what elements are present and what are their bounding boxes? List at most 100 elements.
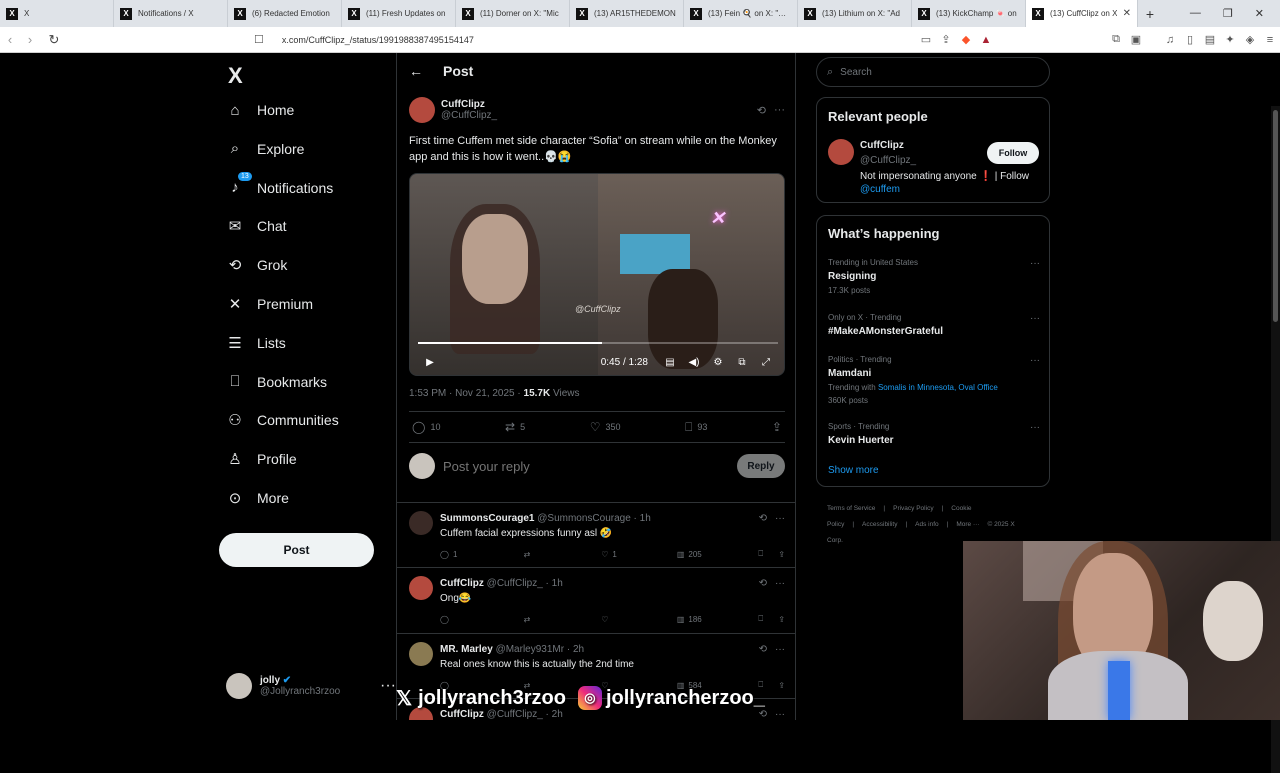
nav-item-bookmarks[interactable]: ⎕ Bookmarks <box>226 373 327 391</box>
nav-item-grok[interactable]: ⟲ Grok <box>226 256 288 274</box>
repost-action[interactable]: ⇄ <box>524 615 602 624</box>
grok-icon[interactable]: ⟲ <box>759 644 767 655</box>
forward-icon[interactable]: › <box>20 32 40 47</box>
new-tab-button[interactable]: + <box>1138 6 1162 22</box>
reply-button[interactable]: Reply <box>737 454 785 478</box>
browser-tab[interactable]: X (11) Fresh Updates on <box>342 0 456 27</box>
browser-tab[interactable]: X (11) Dorner on X: "Mic <box>456 0 570 27</box>
nav-item-profile[interactable]: ♙ Profile <box>226 450 296 468</box>
avatar[interactable] <box>409 576 433 600</box>
reply-action[interactable]: ◯ 10 <box>412 420 440 434</box>
share-icon[interactable]: ⇪ <box>936 33 956 46</box>
reply-post[interactable]: CuffClipz @CuffClipz_ · 1h Ong😂 ⟲ ··· ◯ ⇄ ♡ ▥ 18… <box>397 567 795 633</box>
footer-link[interactable]: More ··· <box>956 521 979 528</box>
avatar[interactable] <box>409 511 433 535</box>
back-icon[interactable]: ‹ <box>0 32 20 47</box>
close-window-icon[interactable]: ✕ <box>1255 7 1264 20</box>
nav-item-communities[interactable]: ⚇ Communities <box>226 411 338 429</box>
like-action[interactable]: ♡ 1 <box>601 550 677 559</box>
search-input[interactable]: ⌕ Search <box>816 57 1050 87</box>
share-action[interactable]: ⇪ <box>778 615 785 624</box>
avatar[interactable] <box>409 97 435 123</box>
reply-post[interactable]: SummonsCourage1 @SummonsCourage · 1h Cuff… <box>397 502 795 568</box>
views-action[interactable]: ▥ 186 <box>677 615 759 624</box>
bookmark-action[interactable]: ⎕ <box>758 549 778 559</box>
fullscreen-icon[interactable]: ⤢ <box>754 357 778 368</box>
nav-item-notifications[interactable]: ♪ 13 Notifications <box>226 171 333 197</box>
reload-icon[interactable]: ↻ <box>44 32 64 48</box>
footer-link[interactable]: Privacy Policy <box>893 505 933 512</box>
like-action[interactable]: ♡ 350 <box>590 420 621 434</box>
trend-item[interactable]: Only on X · Trending #MakeAMonsterGratefu… <box>828 313 1040 337</box>
close-tab-icon[interactable]: ✕ <box>1123 8 1131 19</box>
more-dots-icon[interactable]: ··· <box>775 644 785 655</box>
avatar[interactable] <box>409 642 433 666</box>
vpn-icon[interactable]: ◈ <box>1240 33 1260 46</box>
footer-link[interactable]: Terms of Service <box>827 505 875 512</box>
share-action[interactable]: ⇪ <box>778 681 785 690</box>
views-action[interactable]: ▥ 205 <box>677 550 759 559</box>
reply-author-name[interactable]: CuffClipz <box>440 578 484 589</box>
relevant-person-handle[interactable]: @CuffClipz_ <box>860 155 916 166</box>
trend-item[interactable]: Sports · Trending Kevin Huerter ··· <box>828 422 1040 446</box>
nav-item-explore[interactable]: ⌕ Explore <box>226 140 305 158</box>
brave-rewards-icon[interactable]: ▲ <box>976 34 996 46</box>
video-player[interactable]: ✕ @CuffClipz ▶ 0:45 / 1:28 ▤ ◀) ⚙ ⧉ ⤢ <box>409 173 785 376</box>
scrollbar-thumb[interactable] <box>1273 110 1278 322</box>
trend-item[interactable]: Politics · Trending Mamdani Trending with … <box>828 355 1040 405</box>
bookmark-action[interactable]: ⎕ <box>758 614 778 624</box>
nav-item-premium[interactable]: ✕ Premium <box>226 295 313 313</box>
follow-button[interactable]: Follow <box>987 142 1039 164</box>
video-progress-bar[interactable] <box>418 342 778 344</box>
post-author-name[interactable]: CuffClipz <box>441 99 497 110</box>
nav-item-chat[interactable]: ✉ Chat <box>226 217 287 235</box>
relevant-person-link[interactable]: @cuffem <box>860 184 900 195</box>
like-action[interactable]: ♡ <box>601 615 677 624</box>
pip-icon[interactable]: ⧉ <box>730 357 754 368</box>
captions-icon[interactable]: ▤ <box>658 357 682 368</box>
brave-shield-icon[interactable]: ◆ <box>956 33 976 46</box>
post-button[interactable]: Post <box>219 533 374 567</box>
more-dots-icon[interactable]: ··· <box>775 578 785 589</box>
browser-tab[interactable]: X (13) CuffClipz on X ✕ <box>1026 0 1138 27</box>
repost-action[interactable]: ⇄ <box>524 550 602 559</box>
leo-icon[interactable]: ✦ <box>1220 33 1240 46</box>
grok-icon[interactable]: ⟲ <box>759 578 767 589</box>
grok-icon[interactable]: ⟲ <box>757 104 766 117</box>
reply-input[interactable] <box>443 458 737 474</box>
menu-icon[interactable]: ≡ <box>1260 34 1280 46</box>
relevant-person-name[interactable]: CuffClipz <box>860 140 904 151</box>
nav-item-lists[interactable]: ☰ Lists <box>226 334 286 352</box>
footer-link[interactable]: Accessibility <box>862 521 897 528</box>
settings-icon[interactable]: ⚙ <box>706 357 730 368</box>
bookmark-page-icon[interactable]: ☐ <box>254 33 264 46</box>
reply-author-name[interactable]: MR. Marley <box>440 644 493 655</box>
share-action[interactable]: ⇪ <box>778 550 785 559</box>
more-dots-icon[interactable]: ··· <box>774 104 785 117</box>
footer-link[interactable]: Ads info <box>915 521 939 528</box>
browser-tab[interactable]: X (13) Fein 🍳 on X: "Kick <box>684 0 798 27</box>
reply-action[interactable]: ◯ 1 <box>440 550 524 559</box>
browser-tab[interactable]: X (13) Lithium on X: "Ad <box>798 0 912 27</box>
repost-action[interactable]: ⇄ 5 <box>505 420 525 434</box>
back-arrow-icon[interactable]: ← <box>409 63 423 79</box>
browser-tab[interactable]: X (6) Redacted Emotion <box>228 0 342 27</box>
browser-tab[interactable]: XX <box>0 0 114 27</box>
share-action[interactable]: ⇪ <box>772 420 782 434</box>
bookmark-action[interactable]: ⎕ 93 <box>685 420 707 435</box>
browser-tab[interactable]: X Notifications / X <box>114 0 228 27</box>
account-switcher[interactable]: jolly ✔ @Jollyranch3rzoo ··· <box>226 673 396 699</box>
extensions-icon[interactable]: ⧉ <box>1106 33 1126 46</box>
restore-icon[interactable]: ❐ <box>1223 7 1233 20</box>
nav-item-home[interactable]: ⌂ Home <box>226 101 294 119</box>
more-dots-icon[interactable]: ··· <box>1030 258 1040 269</box>
more-dots-icon[interactable]: ··· <box>1030 313 1040 324</box>
cast-icon[interactable]: ▭ <box>916 33 936 46</box>
more-dots-icon[interactable]: ··· <box>775 709 785 720</box>
minimize-icon[interactable]: — <box>1190 7 1201 20</box>
more-dots-icon[interactable]: ··· <box>1030 355 1040 366</box>
reply-action[interactable]: ◯ <box>440 615 524 624</box>
reply-author-name[interactable]: SummonsCourage1 <box>440 513 534 524</box>
trend-item[interactable]: Trending in United States Resigning 17.3K … <box>828 258 1040 295</box>
show-more-link[interactable]: Show more <box>828 465 879 476</box>
